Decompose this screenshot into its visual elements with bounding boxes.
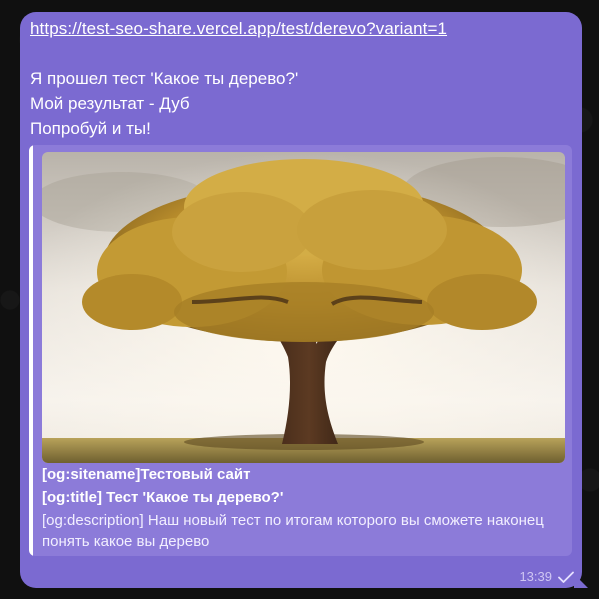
message-line: Попробуй и ты! bbox=[30, 119, 151, 138]
og-title: [og:title] Тест 'Какое ты дерево?' bbox=[42, 489, 284, 506]
message-text: Я прошел тест 'Какое ты дерево?' Мой рез… bbox=[30, 66, 298, 141]
message-link[interactable]: https://test-seo-share.vercel.app/test/d… bbox=[30, 19, 447, 39]
og-description: [og:description] Наш новый тест по итога… bbox=[42, 512, 544, 550]
message-time: 13:39 bbox=[519, 569, 552, 584]
message-line: Я прошел тест 'Какое ты дерево?' bbox=[30, 69, 299, 88]
message-bubble[interactable]: https://test-seo-share.vercel.app/test/d… bbox=[20, 12, 582, 588]
og-sitename: [og:sitename]Тестовый сайт bbox=[42, 466, 251, 483]
single-check-icon bbox=[558, 571, 574, 583]
message-meta: 13:39 bbox=[519, 569, 574, 584]
preview-accent-bar bbox=[29, 145, 33, 556]
oak-tree-image[interactable] bbox=[42, 152, 565, 463]
link-preview[interactable]: [og:sitename]Тестовый сайт [og:title] Те… bbox=[29, 145, 572, 556]
message-line: Мой результат - Дуб bbox=[30, 94, 190, 113]
